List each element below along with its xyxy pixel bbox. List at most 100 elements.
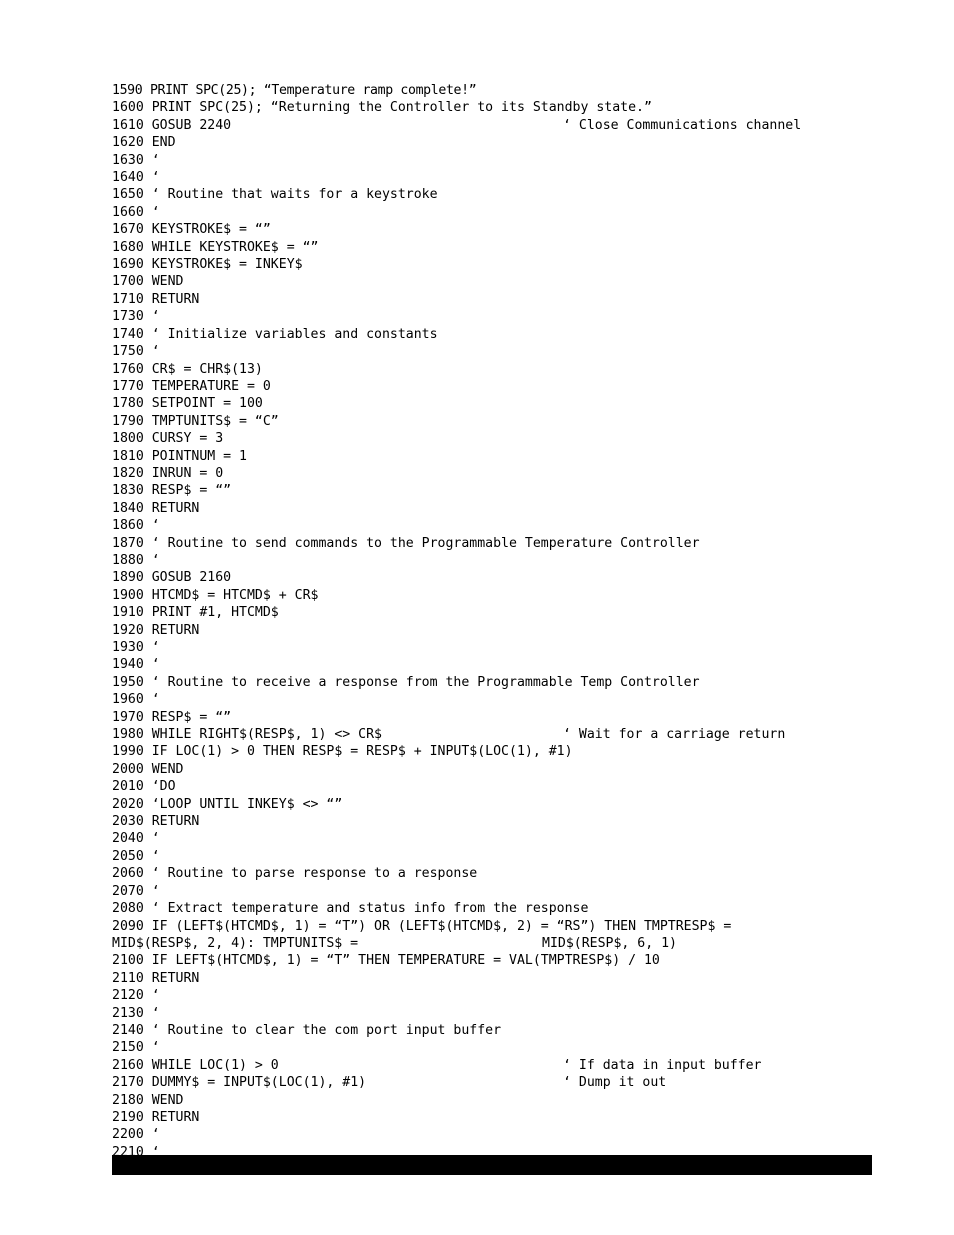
line-number-gap <box>144 919 152 934</box>
code-text: WHILE LOC(1) > 0 <box>151 1057 279 1073</box>
line-number: 1830 <box>112 483 144 499</box>
code-line: 1790 TMPTUNITS$ = “C” <box>112 413 912 430</box>
line-number-gap <box>144 849 152 864</box>
code-text: PRINT SPC(25); “Returning the Controller… <box>151 100 652 116</box>
code-text: TMPTUNITS$ = “C” <box>151 413 279 429</box>
line-number: 1610 <box>112 117 144 133</box>
code-line: 1660 ‘ <box>112 204 912 221</box>
code-text: WEND <box>151 1092 184 1108</box>
code-text: ‘ <box>151 1040 160 1056</box>
code-line: 1920 RETURN <box>112 622 912 639</box>
line-number-gap <box>144 1110 152 1125</box>
line-number: 1600 <box>112 100 144 116</box>
code-text: ‘ <box>151 848 160 864</box>
code-line: 2020 ‘LOOP UNTIL INKEY$ <> “” <box>112 796 912 813</box>
line-number: 1890 <box>112 570 144 586</box>
code-trailing-comment: ‘ If data in input buffer <box>563 1057 762 1073</box>
code-text: ‘ <box>151 1005 160 1021</box>
line-number: 2050 <box>112 848 144 864</box>
line-number-gap <box>144 327 152 342</box>
line-number: 2100 <box>112 953 144 969</box>
code-trailing-comment: ‘ Dump it out <box>563 1075 667 1091</box>
code-line: 1610 GOSUB 2240 ‘ Close Communications ch… <box>112 117 912 134</box>
code-line: 1820 INRUN = 0 <box>112 465 912 482</box>
code-text: ‘ <box>151 657 160 673</box>
line-number-gap <box>144 222 152 237</box>
line-number-gap <box>144 588 152 603</box>
line-number: 1980 <box>112 727 144 743</box>
line-number-gap <box>144 362 152 377</box>
line-number: 2180 <box>112 1092 144 1108</box>
line-number: 1960 <box>112 692 144 708</box>
line-number-gap <box>144 692 152 707</box>
code-line: 1890 GOSUB 2160 <box>112 569 912 586</box>
code-line: 1700 WEND <box>112 273 912 290</box>
line-number: 1840 <box>112 500 144 516</box>
line-number-gap <box>144 449 152 464</box>
line-number: 1740 <box>112 326 144 342</box>
line-number: 2130 <box>112 1005 144 1021</box>
line-number: 2140 <box>112 1022 144 1038</box>
code-line: 1590 PRINT SPC(25); “Temperature ramp co… <box>112 82 912 99</box>
code-text: ‘ <box>151 831 160 847</box>
code-line: 1870 ‘ Routine to send commands to the P… <box>112 535 912 552</box>
line-number: 1880 <box>112 552 144 568</box>
code-text: RESP$ = “” <box>151 709 232 725</box>
code-line: 1910 PRINT #1, HTCMD$ <box>112 604 912 621</box>
code-text: IF LEFT$(HTCMD$, 1) = “T” THEN TEMPERATU… <box>151 953 660 969</box>
line-number: 1910 <box>112 605 144 621</box>
line-number-gap <box>144 1093 152 1108</box>
line-number: 2020 <box>112 796 144 812</box>
line-number-gap <box>144 1075 152 1090</box>
line-number-gap <box>144 1023 152 1038</box>
line-number-gap <box>144 396 152 411</box>
code-text: DUMMY$ = INPUT$(LOC(1), #1) <box>151 1075 367 1091</box>
code-line: 2200 ‘ <box>112 1126 912 1143</box>
code-text: WEND <box>151 761 184 777</box>
code-line: 2080 ‘ Extract temperature and status in… <box>112 900 912 917</box>
line-number-gap <box>144 1040 152 1055</box>
code-line: 2060 ‘ Routine to parse response to a re… <box>112 865 912 882</box>
line-number: 1590 <box>112 83 143 98</box>
line-number-gap <box>144 379 152 394</box>
line-number: 1710 <box>112 291 144 307</box>
code-line: 1690 KEYSTROKE$ = INKEY$ <box>112 256 912 273</box>
line-number-gap <box>144 414 152 429</box>
code-line: 1970 RESP$ = “” <box>112 709 912 726</box>
line-number: 2160 <box>112 1057 144 1073</box>
code-line: 2190 RETURN <box>112 1109 912 1126</box>
bottom-black-bar <box>112 1155 872 1175</box>
code-text: END <box>151 135 176 151</box>
line-number-gap <box>144 901 152 916</box>
line-number-gap <box>144 518 152 533</box>
line-number-gap <box>144 605 152 620</box>
code-text: CR$ = CHR$(13) <box>151 361 263 377</box>
code-text: INRUN = 0 <box>151 465 224 481</box>
line-number: 2070 <box>112 883 144 899</box>
line-number-gap <box>144 257 152 272</box>
line-number-gap <box>144 762 152 777</box>
code-line: 1780 SETPOINT = 100 <box>112 395 912 412</box>
line-number-gap <box>144 431 152 446</box>
code-text: RESP$ = “” <box>151 483 232 499</box>
code-line: 2150 ‘ <box>112 1039 912 1056</box>
code-text: ‘LOOP UNTIL INKEY$ <> “” <box>151 796 343 812</box>
line-number: 2190 <box>112 1109 144 1125</box>
line-number-gap <box>144 205 152 220</box>
line-number-gap <box>144 292 152 307</box>
code-text: PRINT SPC(25); “Temperature ramp complet… <box>149 83 477 98</box>
code-text: ‘ <box>151 170 160 186</box>
line-number: 1700 <box>112 274 144 290</box>
code-text: ‘ <box>151 344 160 360</box>
code-line: 2140 ‘ Routine to clear the com port inp… <box>112 1022 912 1039</box>
code-line: 2180 WEND <box>112 1092 912 1109</box>
line-number: 1990 <box>112 744 144 760</box>
line-number: 1820 <box>112 465 144 481</box>
line-number-gap <box>144 483 152 498</box>
code-line: 1840 RETURN <box>112 500 912 517</box>
code-line: 1990 IF LOC(1) > 0 THEN RESP$ = RESP$ + … <box>112 743 912 760</box>
code-line: 1800 CURSY = 3 <box>112 430 912 447</box>
code-line: 2110 RETURN <box>112 970 912 987</box>
code-text: MID$(RESP$, 2, 4): TMPTUNITS$ = <box>112 935 359 951</box>
code-line: 1650 ‘ Routine that waits for a keystrok… <box>112 186 912 203</box>
